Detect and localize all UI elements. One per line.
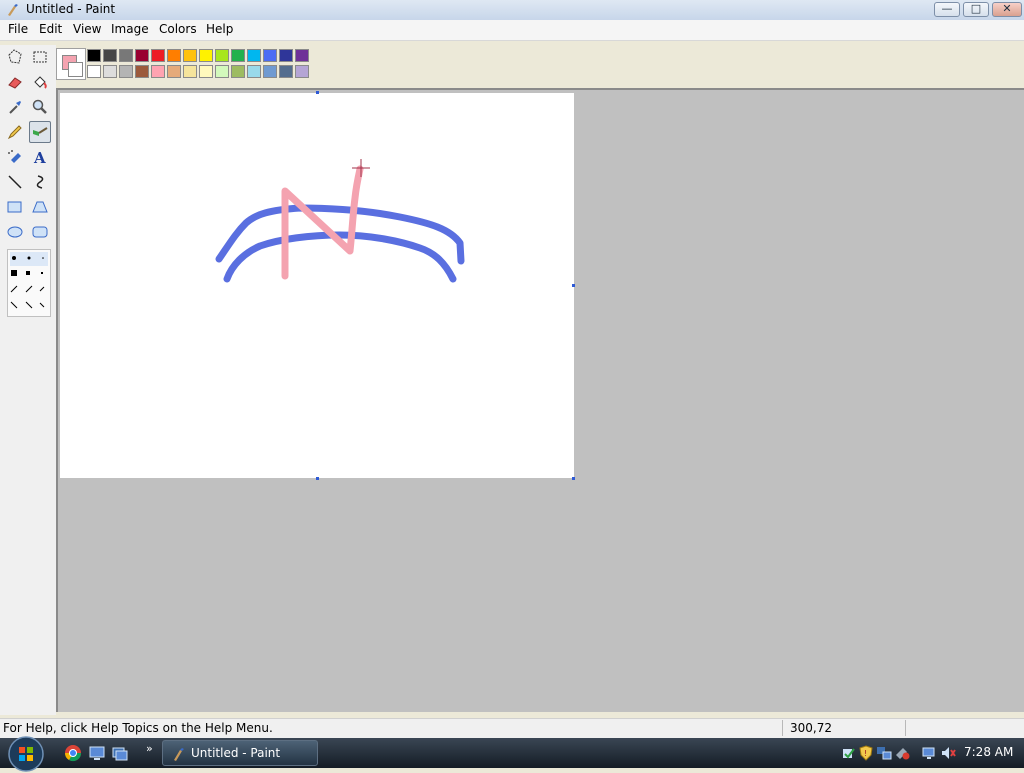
color-palette (56, 46, 316, 82)
rectangle-select-tool[interactable] (30, 47, 50, 67)
toolbox: A (0, 45, 56, 715)
pick-color-tool[interactable] (5, 97, 25, 117)
palette-swatch[interactable] (231, 49, 245, 62)
rounded-rectangle-tool[interactable] (30, 222, 50, 242)
palette-swatch[interactable] (247, 65, 261, 78)
status-bar: For Help, click Help Topics on the Help … (0, 718, 1024, 738)
palette-swatch[interactable] (247, 49, 261, 62)
palette-swatch[interactable] (151, 49, 165, 62)
palette-swatch[interactable] (151, 65, 165, 78)
taskbar-clock[interactable]: 7:28 AM (964, 745, 1013, 759)
title-bar: Untitled - Paint — □ ✕ (0, 0, 1024, 21)
canvas-drawing (215, 159, 465, 283)
status-divider (782, 720, 783, 736)
svg-text:!: ! (864, 749, 867, 758)
menu-file[interactable]: File (6, 22, 30, 36)
palette-swatch[interactable] (167, 49, 181, 62)
eraser-tool[interactable] (5, 72, 25, 92)
security-shield-icon[interactable]: ! (858, 745, 874, 761)
cursor-coordinates: 300,72 (790, 721, 832, 735)
curve-tool[interactable] (30, 172, 50, 192)
palette-swatch[interactable] (263, 65, 277, 78)
polygon-tool[interactable] (30, 197, 50, 217)
resize-handle-right[interactable] (572, 284, 575, 287)
background-color-swatch (68, 62, 83, 77)
menu-colors[interactable]: Colors (157, 22, 199, 36)
palette-swatch[interactable] (167, 65, 181, 78)
start-button[interactable] (6, 735, 46, 773)
brush-tool[interactable] (29, 121, 51, 143)
palette-swatch[interactable] (199, 49, 213, 62)
palette-swatch[interactable] (215, 49, 229, 62)
palette-swatch[interactable] (87, 65, 101, 78)
fill-tool[interactable] (30, 72, 50, 92)
taskbar: » Untitled - Paint ! 7:28 AM (0, 736, 1024, 772)
menu-edit[interactable]: Edit (37, 22, 64, 36)
network-icon[interactable] (876, 745, 892, 761)
palette-swatch[interactable] (295, 49, 309, 62)
palette-swatch[interactable] (103, 65, 117, 78)
show-desktop-icon[interactable] (88, 744, 106, 762)
resize-handle-corner[interactable] (572, 477, 575, 480)
network-check-icon[interactable] (840, 745, 856, 761)
taskbar-button-label: Untitled - Paint (191, 746, 281, 760)
quick-launch-chevron-icon[interactable]: » (146, 742, 153, 755)
pencil-tool[interactable] (5, 122, 25, 142)
palette-swatch[interactable] (135, 65, 149, 78)
svg-text:A: A (33, 149, 46, 167)
airbrush-tool[interactable] (5, 147, 25, 167)
palette-swatch[interactable] (295, 65, 309, 78)
switch-windows-icon[interactable] (111, 744, 129, 762)
palette-swatch[interactable] (183, 49, 197, 62)
paint-app-icon (174, 748, 184, 761)
menu-bar: File Edit View Image Colors Help (0, 20, 1024, 41)
display-icon[interactable] (922, 745, 938, 761)
ellipse-tool[interactable] (5, 222, 25, 242)
status-divider (905, 720, 906, 736)
palette-swatch[interactable] (199, 65, 213, 78)
maximize-button[interactable]: □ (963, 2, 989, 17)
free-form-select-tool[interactable] (5, 47, 25, 67)
palette-swatch[interactable] (279, 65, 293, 78)
palette-swatch[interactable] (119, 65, 133, 78)
palette-swatch[interactable] (183, 65, 197, 78)
system-tray: ! 7:28 AM (836, 738, 1024, 768)
palette-swatch[interactable] (231, 65, 245, 78)
resize-handle-top[interactable] (316, 91, 319, 94)
paint-app-icon (8, 4, 18, 16)
window-title: Untitled - Paint (26, 2, 116, 16)
rectangle-tool[interactable] (5, 197, 25, 217)
current-colors[interactable] (56, 48, 86, 80)
close-button[interactable]: ✕ (992, 2, 1022, 17)
drawing-canvas[interactable] (60, 91, 575, 480)
palette-swatch[interactable] (215, 65, 229, 78)
line-tool[interactable] (5, 172, 25, 192)
crosshair-cursor (352, 159, 370, 177)
device-alert-icon[interactable] (894, 745, 910, 761)
menu-view[interactable]: View (71, 22, 103, 36)
menu-help[interactable]: Help (204, 22, 235, 36)
volume-muted-icon[interactable] (940, 745, 956, 761)
magnifier-tool[interactable] (30, 97, 50, 117)
palette-swatch[interactable] (87, 49, 101, 62)
palette-swatch[interactable] (263, 49, 277, 62)
resize-handle-bottom[interactable] (316, 477, 319, 480)
palette-swatch[interactable] (135, 49, 149, 62)
chrome-icon[interactable] (64, 744, 82, 762)
taskbar-button-paint[interactable]: Untitled - Paint (162, 740, 318, 766)
palette-swatch[interactable] (103, 49, 117, 62)
status-help-text: For Help, click Help Topics on the Help … (3, 721, 273, 735)
palette-swatch[interactable] (119, 49, 133, 62)
menu-image[interactable]: Image (109, 22, 151, 36)
text-tool[interactable]: A (30, 147, 50, 167)
pink-n-stroke (281, 165, 364, 280)
minimize-button[interactable]: — (934, 2, 960, 17)
brush-shape-options[interactable] (7, 249, 51, 317)
palette-swatch[interactable] (279, 49, 293, 62)
